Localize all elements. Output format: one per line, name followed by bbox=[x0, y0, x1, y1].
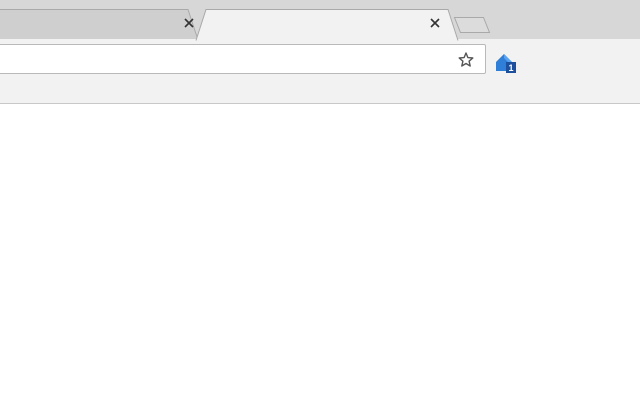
omnibox[interactable] bbox=[0, 44, 486, 74]
extension-button[interactable]: 1 bbox=[494, 51, 518, 75]
tab-strip bbox=[0, 0, 640, 42]
tab-active[interactable] bbox=[195, 9, 459, 42]
house-badge-icon: 1 bbox=[496, 54, 516, 73]
tab-active-shape bbox=[195, 9, 459, 42]
new-tab-icon bbox=[453, 17, 491, 33]
star-icon bbox=[458, 52, 474, 67]
new-tab-button[interactable] bbox=[452, 16, 492, 34]
close-icon bbox=[184, 18, 194, 28]
toolbar bbox=[0, 39, 640, 104]
bookmark-star-button[interactable] bbox=[457, 51, 475, 69]
tab-inactive-shape bbox=[0, 9, 199, 41]
tab-inactive-close-button[interactable] bbox=[181, 15, 197, 31]
tab-inactive[interactable] bbox=[0, 9, 208, 41]
address-input[interactable] bbox=[5, 49, 449, 71]
page-content bbox=[0, 104, 640, 400]
tab-active-close-button[interactable] bbox=[427, 15, 443, 31]
extension-badge-count: 1 bbox=[508, 63, 513, 73]
close-icon bbox=[430, 18, 440, 28]
